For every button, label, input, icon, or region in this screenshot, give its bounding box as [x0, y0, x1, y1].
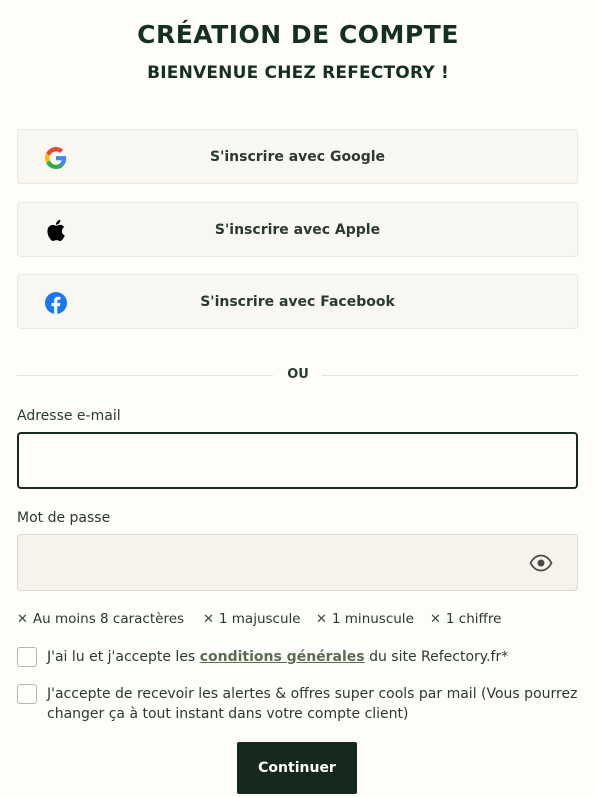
terms-row: J'ai lu et j'accepte les conditions géné…: [17, 647, 578, 669]
email-label: Adresse e-mail: [17, 408, 121, 424]
rule-lowercase: ✕ 1 minuscule: [316, 611, 414, 627]
terms-link[interactable]: conditions générales: [200, 649, 365, 665]
rule-digit: ✕ 1 chiffre: [430, 611, 501, 627]
rule-min-length: ✕ Au moins 8 caractères: [17, 611, 184, 627]
terms-checkbox[interactable]: [17, 647, 37, 667]
terms-prefix: J'ai lu et j'accepte les: [47, 649, 200, 665]
password-label: Mot de passe: [17, 510, 111, 526]
continue-button[interactable]: Continuer: [237, 742, 357, 794]
google-signup-button[interactable]: S'inscrire avec Google: [17, 129, 578, 184]
rule-label: Au moins 8 caractères: [32, 611, 185, 627]
newsletter-checkbox[interactable]: [17, 684, 37, 704]
or-label: OU: [287, 367, 309, 382]
cross-icon: ✕: [316, 611, 327, 627]
password-field[interactable]: [17, 534, 578, 591]
eye-icon[interactable]: [528, 551, 554, 575]
divider-line-left: [17, 375, 273, 376]
facebook-signup-button[interactable]: S'inscrire avec Facebook: [17, 274, 578, 329]
google-signup-label: S'inscrire avec Google: [209, 148, 386, 165]
cross-icon: ✕: [203, 611, 214, 627]
cross-icon: ✕: [17, 611, 28, 627]
cross-icon: ✕: [430, 611, 441, 627]
apple-signup-label: S'inscrire avec Apple: [214, 221, 381, 238]
apple-signup-button[interactable]: S'inscrire avec Apple: [17, 202, 578, 257]
page-subtitle: BIENVENUE CHEZ REFECTORY !: [147, 63, 449, 83]
rule-label: 1 majuscule: [218, 611, 301, 627]
rule-label: 1 chiffre: [445, 611, 502, 627]
divider-line-right: [322, 375, 578, 376]
facebook-signup-label: S'inscrire avec Facebook: [200, 293, 395, 310]
or-divider: OU: [17, 367, 578, 382]
terms-text: J'ai lu et j'accepte les conditions géné…: [47, 647, 578, 667]
newsletter-row: J'accepte de recevoir les alertes & offr…: [17, 684, 578, 726]
email-field[interactable]: [17, 432, 578, 489]
newsletter-text: J'accepte de recevoir les alertes & offr…: [47, 686, 578, 722]
page-title: CRÉATION DE COMPTE: [137, 20, 459, 49]
rule-label: 1 minuscule: [331, 611, 414, 627]
terms-suffix: du site Refectory.fr*: [364, 649, 509, 665]
rule-uppercase: ✕ 1 majuscule: [203, 611, 301, 627]
